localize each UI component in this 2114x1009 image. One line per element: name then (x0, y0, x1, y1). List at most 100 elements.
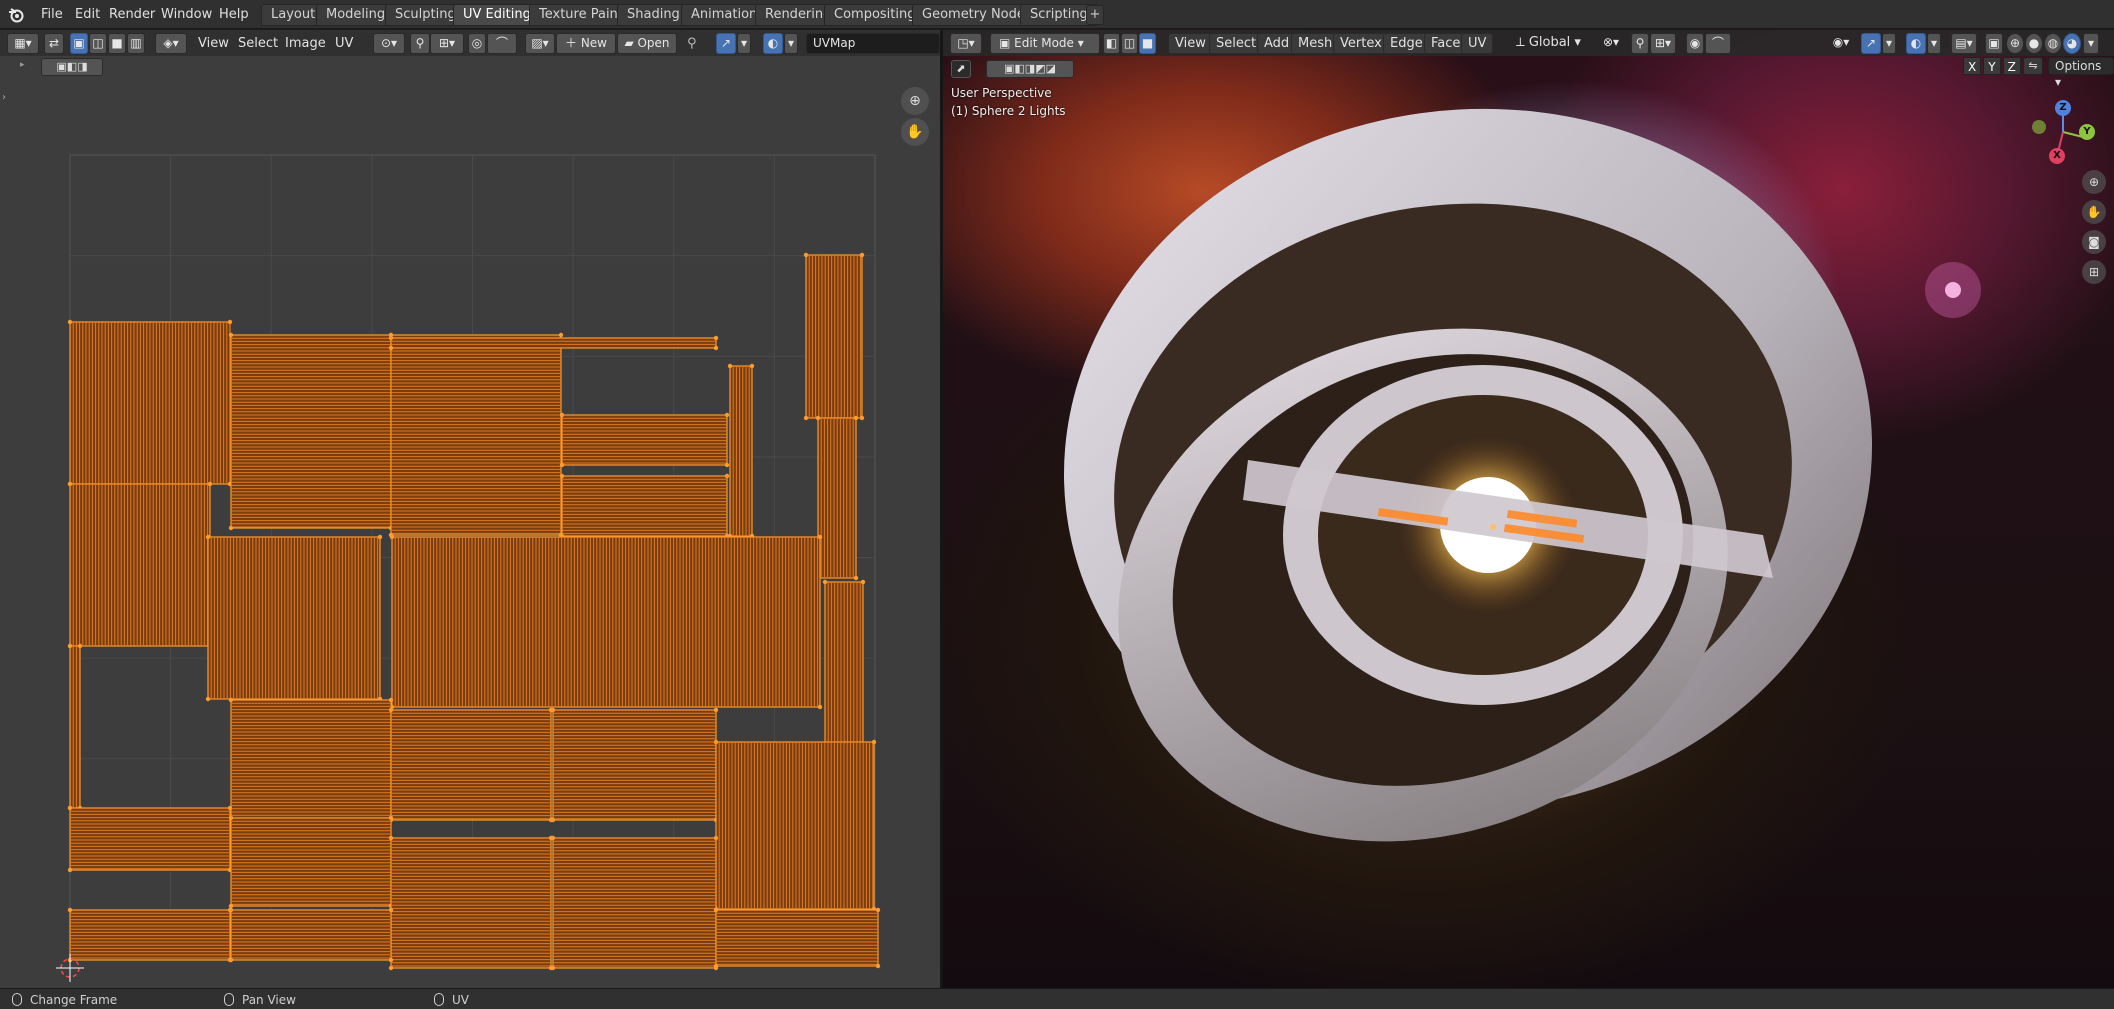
tab-uv-editing[interactable]: UV Editing (453, 4, 541, 26)
uv-canvas[interactable] (0, 30, 940, 988)
new-image-button[interactable]: ＋ New (556, 33, 616, 54)
pivot-point-icon[interactable]: ⊗▾ (1597, 33, 1625, 54)
uv-vertex (559, 473, 565, 479)
image-browse-icon[interactable]: ▨▾ (525, 33, 555, 54)
viewport-overlay-dropdown-icon[interactable]: ▾ (1927, 33, 1941, 54)
viewport-zoom-icon[interactable]: ⊕ (2082, 170, 2106, 194)
viewport-gizmo-icon[interactable]: ↗ (1861, 33, 1881, 54)
menu-edit[interactable]: Edit (69, 5, 106, 24)
sync-selection-icon[interactable]: ⇄ (44, 33, 64, 54)
tab-shading[interactable]: Shading (617, 4, 690, 26)
viewport-proportional-icon[interactable]: ◉ (1686, 33, 1704, 54)
uv-menu-view[interactable]: View (194, 33, 233, 54)
editor-type-icon[interactable]: ▦▾ (7, 33, 39, 54)
select-mode-buttons[interactable]: ▣◧◨ (41, 58, 103, 76)
uv-vertex (724, 473, 730, 479)
viewport-editor-type-icon[interactable]: ◳▾ (950, 33, 982, 54)
uv-vertex (727, 363, 733, 369)
gizmo-toggle-icon[interactable]: ↗ (716, 33, 736, 54)
overlay-toggle-icon[interactable]: ◐ (763, 33, 783, 54)
overlay-dropdown-icon[interactable]: ▾ (784, 33, 798, 54)
material-shading-icon[interactable]: ◍ (2044, 33, 2062, 54)
viewport-menu-view[interactable]: View (1168, 33, 1213, 54)
tool-settings-icon[interactable]: ⬈ (951, 60, 971, 78)
uv-vertex (207, 481, 213, 487)
mirror-y-button[interactable]: Y (1983, 57, 2001, 75)
solid-shading-icon[interactable]: ● (2025, 33, 2043, 54)
viewport-pan-icon[interactable]: ✋ (2082, 200, 2106, 224)
viewport-gizmo-dropdown-icon[interactable]: ▾ (1882, 33, 1896, 54)
viewport-scene[interactable] (943, 30, 2114, 988)
viewport-menu-edge[interactable]: Edge (1383, 33, 1430, 54)
uv-map-field[interactable]: UVMap (806, 33, 940, 54)
tab-modeling[interactable]: Modeling (316, 4, 396, 26)
uv-vertex (713, 907, 719, 913)
orientation-dropdown[interactable]: ⟂ Global ▾ (1510, 33, 1587, 54)
viewport-snap-target-icon[interactable]: ⊞▾ (1650, 33, 1676, 54)
snap-target-icon[interactable]: ⊞▾ (430, 33, 464, 54)
axis-y-icon[interactable]: Y (2079, 124, 2095, 140)
island-select-icon[interactable]: ▥ (127, 33, 145, 54)
rendered-shading-icon[interactable]: ◕ (2063, 33, 2081, 54)
shading-dropdown-icon[interactable]: ▾ (2083, 33, 2099, 54)
menu-help[interactable]: Help (213, 5, 255, 24)
box-select-modes[interactable]: ▣◧◨◩◪ (986, 60, 1074, 78)
viewport-menu-mesh[interactable]: Mesh (1291, 33, 1340, 54)
zoom-icon[interactable]: ⊕ (901, 87, 929, 115)
tab-compositing[interactable]: Compositing (824, 4, 926, 26)
vertex-select-icon[interactable]: ▣ (70, 33, 88, 54)
uv-editor-area[interactable]: ▦▾ ⇄ ▣ ◫ ■ ▥ ◈▾ View Select Image UV ⊙▾ … (0, 30, 940, 988)
axis-z-icon[interactable]: Z (2055, 100, 2071, 116)
uv-vertex (67, 867, 73, 873)
menu-window[interactable]: Window (155, 5, 218, 24)
sidebar-toggle-icon[interactable]: › (2, 92, 6, 103)
viewport-menu-vertex[interactable]: Vertex (1333, 33, 1389, 54)
3d-viewport[interactable]: ◳▾ ▣ Edit Mode ▾ ◧ ◫ ■ View Select Add M… (943, 30, 2114, 988)
toolbar-expand-icon[interactable]: ▸ (20, 60, 25, 70)
falloff-icon[interactable]: ⌒ (487, 33, 517, 54)
xray-icon[interactable]: ▣ (1985, 33, 2003, 54)
edge-mode-icon[interactable]: ◫ (1121, 33, 1138, 54)
mirror-z-button[interactable]: Z (2002, 57, 2021, 75)
uv-menu-image[interactable]: Image (281, 33, 330, 54)
gizmo-dropdown-icon[interactable]: ▾ (737, 33, 751, 54)
sticky-select-icon[interactable]: ◈▾ (155, 33, 187, 54)
open-image-button[interactable]: ▰ Open (617, 33, 677, 54)
uv-menu-uv[interactable]: UV (331, 33, 357, 54)
mouse-left-icon (12, 993, 22, 1006)
mirror-topology-icon[interactable]: ⇋ (2023, 57, 2043, 75)
pivot-icon[interactable]: ⊙▾ (373, 33, 405, 54)
axis-x-icon[interactable]: X (2049, 148, 2065, 164)
pan-hand-icon[interactable]: ✋ (901, 118, 929, 146)
viewport-snap-icon[interactable]: ⚲ (1631, 33, 1649, 54)
uv-menu-select[interactable]: Select (234, 33, 282, 54)
blender-logo-icon[interactable] (7, 6, 25, 24)
viewport-overlay-icon[interactable]: ◐ (1906, 33, 1926, 54)
mesh-overlay-icon[interactable]: ▤▾ (1951, 33, 1977, 54)
add-workspace-button[interactable]: + (1086, 5, 1104, 25)
face-select-icon[interactable]: ■ (108, 33, 126, 54)
new-image-label: New (580, 36, 607, 50)
uv-vertex (550, 817, 556, 823)
edge-select-icon[interactable]: ◫ (89, 33, 107, 54)
viewport-menu-uv[interactable]: UV (1461, 33, 1494, 54)
face-mode-icon[interactable]: ■ (1139, 33, 1156, 54)
menu-file[interactable]: File (35, 5, 69, 24)
ortho-toggle-icon[interactable]: ⊞ (2082, 260, 2106, 284)
wireframe-shading-icon[interactable]: ⊕ (2006, 33, 2024, 54)
snap-icon[interactable]: ⚲ (410, 33, 430, 54)
vertex-mode-icon[interactable]: ◧ (1103, 33, 1120, 54)
mode-dropdown[interactable]: ▣ Edit Mode ▾ (990, 33, 1100, 54)
uv-vertex (67, 805, 73, 811)
uv-vertex (724, 462, 730, 468)
proportional-edit-icon[interactable]: ◎ (468, 33, 486, 54)
viewport-falloff-icon[interactable]: ⌒ (1705, 33, 1731, 54)
camera-view-icon[interactable]: ◙ (2082, 230, 2106, 254)
pin-icon[interactable]: ⚲ (683, 33, 701, 54)
viewport-menu-select[interactable]: Select (1209, 33, 1264, 54)
mirror-x-button[interactable]: X (1963, 57, 1982, 75)
visibility-icon[interactable]: ◉▾ (1827, 33, 1855, 54)
uv-vertex (388, 907, 394, 913)
menu-render[interactable]: Render (103, 5, 161, 24)
options-dropdown[interactable]: Options ▾ (2048, 57, 2114, 89)
